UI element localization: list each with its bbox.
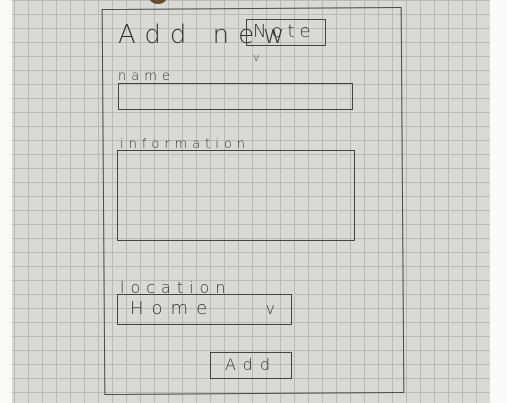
paper-edge-right <box>490 0 507 403</box>
chevron-down-icon: v <box>265 299 283 318</box>
name-input[interactable] <box>118 83 353 110</box>
pin-hole <box>150 0 166 4</box>
item-type-dropdown[interactable]: Note v <box>246 19 326 64</box>
location-value: Home <box>130 298 216 319</box>
paper-edge-left <box>0 0 12 403</box>
name-label: name <box>118 69 175 84</box>
location-dropdown[interactable]: Home v <box>117 294 292 325</box>
chevron-down-icon: v <box>253 51 265 64</box>
item-type-value: Note <box>253 21 316 42</box>
information-textarea[interactable] <box>117 150 355 241</box>
add-button[interactable]: Add <box>210 352 292 379</box>
